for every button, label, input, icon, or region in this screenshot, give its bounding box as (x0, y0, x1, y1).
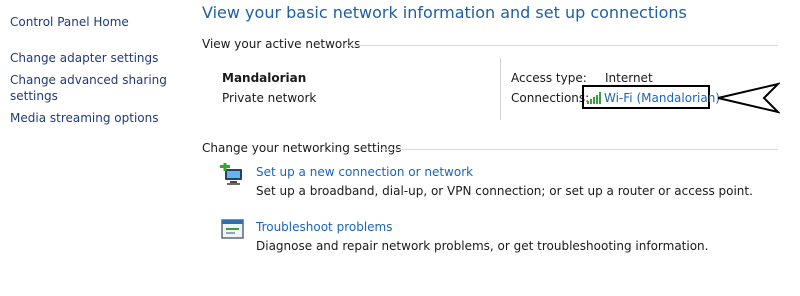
network-name: Mandalorian (222, 71, 307, 85)
sidebar-item-change-advanced-sharing-settings[interactable]: Change advanced sharing settings (10, 72, 167, 104)
access-type-label: Access type: (511, 71, 587, 85)
connections-label: Connections: (511, 91, 590, 105)
sidebar-item-media-streaming-options[interactable]: Media streaming options (10, 110, 158, 126)
sidebar-item-change-adapter-settings[interactable]: Change adapter settings (10, 50, 158, 66)
new-connection-icon (220, 163, 246, 192)
wifi-signal-icon (587, 92, 601, 104)
network-category: Private network (222, 91, 317, 105)
page-title: View your basic network information and … (202, 3, 687, 22)
arrow-pointer-icon (716, 82, 782, 117)
active-networks-heading: View your active networks (202, 37, 361, 51)
networking-settings-heading: Change your networking settings (202, 141, 402, 155)
section-divider (344, 45, 778, 46)
troubleshoot-icon (220, 218, 246, 245)
sidebar-item-control-panel-home[interactable]: Control Panel Home (10, 14, 129, 30)
setup-new-connection-description: Set up a broadband, dial-up, or VPN conn… (256, 184, 753, 198)
section-divider (380, 149, 778, 150)
wifi-connection-label[interactable]: Wi-Fi (Mandalorian) (604, 91, 720, 105)
access-type-value: Internet (605, 71, 653, 85)
troubleshoot-problems-link[interactable]: Troubleshoot problems (256, 220, 392, 234)
setup-new-connection-link[interactable]: Set up a new connection or network (256, 165, 473, 179)
wifi-connection-link[interactable]: Wi-Fi (Mandalorian) (587, 90, 720, 106)
sidebar-item-label-line-1: Change advanced sharing (10, 73, 167, 87)
sidebar-item-label-line-2: settings (10, 89, 58, 103)
vertical-divider (500, 58, 501, 120)
troubleshoot-problems-description: Diagnose and repair network problems, or… (256, 239, 709, 253)
